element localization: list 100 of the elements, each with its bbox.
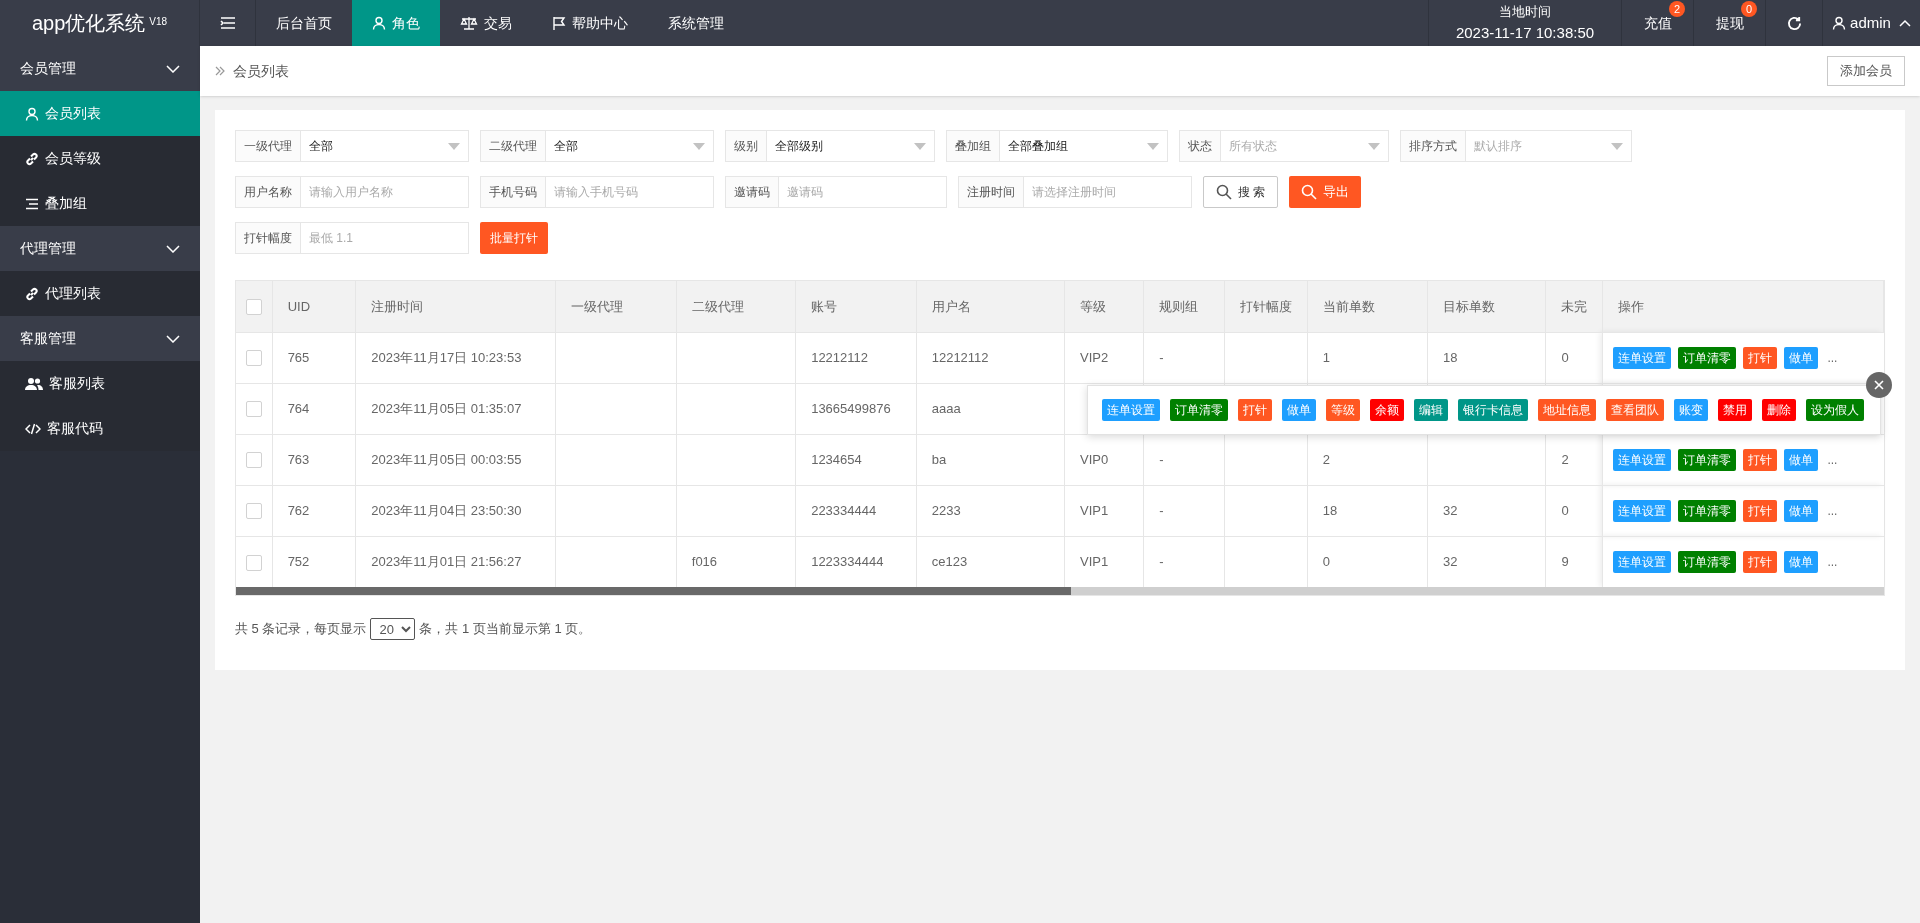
dropdown-field[interactable]: 全部 xyxy=(301,130,469,162)
action-button[interactable]: 打针 xyxy=(1743,448,1778,471)
sidebar-item[interactable]: 会员列表 xyxy=(0,91,200,136)
table-cell: - xyxy=(1159,349,1164,365)
action-button[interactable]: 订单清零 xyxy=(1678,448,1737,471)
input-field[interactable]: 请输入手机号码 xyxy=(546,176,714,208)
sidebar-item[interactable]: 会员等级 xyxy=(0,136,200,181)
table-cell: 762 xyxy=(287,502,310,518)
close-icon[interactable] xyxy=(1874,380,1884,390)
scrollbar-thumb[interactable] xyxy=(236,587,1071,595)
dropdown-field[interactable]: 全部级别 xyxy=(767,130,935,162)
add-member-button[interactable]: 添加会员 xyxy=(1827,56,1905,86)
column-header: 账号 xyxy=(811,298,838,314)
dropdown-arrow-icon xyxy=(448,142,460,150)
action-button[interactable]: 做单 xyxy=(1784,448,1819,471)
table-cell: 32 xyxy=(1443,554,1458,569)
checkbox[interactable] xyxy=(245,452,262,469)
checkbox[interactable] xyxy=(245,350,262,367)
action-button[interactable]: 地址信息 xyxy=(1538,399,1596,421)
table-cell: 12212112 xyxy=(931,349,989,365)
action-button[interactable]: 查看团队 xyxy=(1606,399,1664,421)
checkbox[interactable] xyxy=(245,401,262,418)
field-label: 注册时间 xyxy=(958,176,1024,208)
nav-tab[interactable]: 系统管理 xyxy=(648,0,744,46)
action-button[interactable]: 账变 xyxy=(1674,399,1708,421)
batch-button[interactable]: 批量打针 xyxy=(480,222,548,254)
input-field[interactable]: 最低 1.1 xyxy=(301,222,469,254)
refresh-icon[interactable] xyxy=(1786,15,1802,31)
field-label: 手机号码 xyxy=(480,176,546,208)
action-button[interactable]: 订单清零 xyxy=(1678,499,1737,522)
action-button[interactable]: 连单设置 xyxy=(1613,448,1672,471)
action-button[interactable]: 做单 xyxy=(1784,346,1819,369)
checkbox[interactable] xyxy=(245,299,262,316)
sidebar-item[interactable]: 客服代码 xyxy=(0,406,200,451)
person-icon xyxy=(1832,16,1847,30)
table-cell: 1234654 xyxy=(811,451,862,467)
action-button[interactable]: 订单清零 xyxy=(1678,550,1737,573)
table-cell: 2023年11月17日 10:23:53 xyxy=(371,349,522,365)
action-button[interactable]: 做单 xyxy=(1282,399,1316,421)
more-button[interactable]: ... xyxy=(1825,450,1840,469)
more-button[interactable]: ... xyxy=(1825,501,1840,520)
sidebar-item[interactable]: 代理列表 xyxy=(0,271,200,316)
table-cell: 2023年11月04日 23:50:30 xyxy=(371,502,522,518)
sidebar-item[interactable]: 客服列表 xyxy=(0,361,200,406)
action-button[interactable]: 删除 xyxy=(1762,399,1796,421)
double-chevron-icon xyxy=(215,66,225,76)
action-button[interactable]: 做单 xyxy=(1784,550,1819,573)
table-cell: aaaa xyxy=(931,400,961,416)
sidebar-group[interactable]: 会员管理 xyxy=(0,46,200,91)
search-button[interactable]: 搜 索 xyxy=(1203,176,1279,208)
page-size-select[interactable]: 20 xyxy=(370,618,416,640)
field-label: 用户名称 xyxy=(235,176,301,208)
sidebar-group[interactable]: 代理管理 xyxy=(0,226,200,271)
action-button[interactable]: 打针 xyxy=(1743,550,1778,573)
action-button[interactable]: 余额 xyxy=(1370,399,1404,421)
table-cell: 18 xyxy=(1322,502,1338,518)
action-button[interactable]: 连单设置 xyxy=(1613,346,1672,369)
nav-tab[interactable]: 角色 xyxy=(352,0,440,46)
action-button[interactable]: 禁用 xyxy=(1718,399,1752,421)
dropdown-field[interactable]: 全部 xyxy=(546,130,714,162)
table-cell: 1 xyxy=(1322,349,1330,365)
nav-tab[interactable]: 交易 xyxy=(440,0,532,46)
field-label: 叠加组 xyxy=(946,130,1000,162)
sidebar-item[interactable]: 叠加组 xyxy=(0,181,200,226)
checkbox[interactable] xyxy=(245,503,262,520)
action-button[interactable]: 打针 xyxy=(1743,499,1778,522)
nav-tab[interactable]: 后台首页 xyxy=(256,0,352,46)
action-button[interactable]: 设为假人 xyxy=(1806,399,1864,421)
action-button[interactable]: 做单 xyxy=(1784,499,1819,522)
action-button[interactable]: 编辑 xyxy=(1414,399,1448,421)
input-field[interactable]: 请选择注册时间 xyxy=(1024,176,1192,208)
action-button[interactable]: 连单设置 xyxy=(1102,399,1160,421)
sidebar-group[interactable]: 客服管理 xyxy=(0,316,200,361)
horizontal-scrollbar[interactable] xyxy=(236,587,1884,595)
action-button[interactable]: 连单设置 xyxy=(1613,550,1672,573)
input-field[interactable]: 邀请码 xyxy=(779,176,947,208)
field-label: 状态 xyxy=(1179,130,1221,162)
table-cell: 32 xyxy=(1443,502,1458,518)
action-button[interactable]: 订单清零 xyxy=(1678,346,1737,369)
action-button[interactable]: 连单设置 xyxy=(1613,499,1672,522)
action-button[interactable]: 等级 xyxy=(1326,399,1360,421)
input-field[interactable]: 请输入用户名称 xyxy=(301,176,469,208)
action-button[interactable]: 银行卡信息 xyxy=(1458,399,1528,421)
nav-tab[interactable]: 帮助中心 xyxy=(532,0,648,46)
column-header: 未完 xyxy=(1561,298,1588,314)
breadcrumb[interactable]: 会员列表 xyxy=(233,60,289,82)
column-header: 打针幅度 xyxy=(1239,298,1292,314)
table-cell: - xyxy=(1159,554,1164,569)
checkbox[interactable] xyxy=(245,554,262,571)
action-button[interactable]: 订单清零 xyxy=(1170,399,1228,421)
export-button[interactable]: 导出 xyxy=(1289,176,1362,208)
action-button[interactable]: 打针 xyxy=(1743,346,1778,369)
table-cell: VIP2 xyxy=(1080,349,1109,365)
more-button[interactable]: ... xyxy=(1825,348,1840,367)
table-cell: 2023年11月05日 00:03:55 xyxy=(371,451,522,467)
field-label: 一级代理 xyxy=(235,130,301,162)
action-button[interactable]: 打针 xyxy=(1238,399,1272,421)
dropdown-field[interactable]: 全部叠加组 xyxy=(1000,130,1168,162)
close-button[interactable] xyxy=(1866,372,1892,398)
more-button[interactable]: ... xyxy=(1825,552,1840,571)
